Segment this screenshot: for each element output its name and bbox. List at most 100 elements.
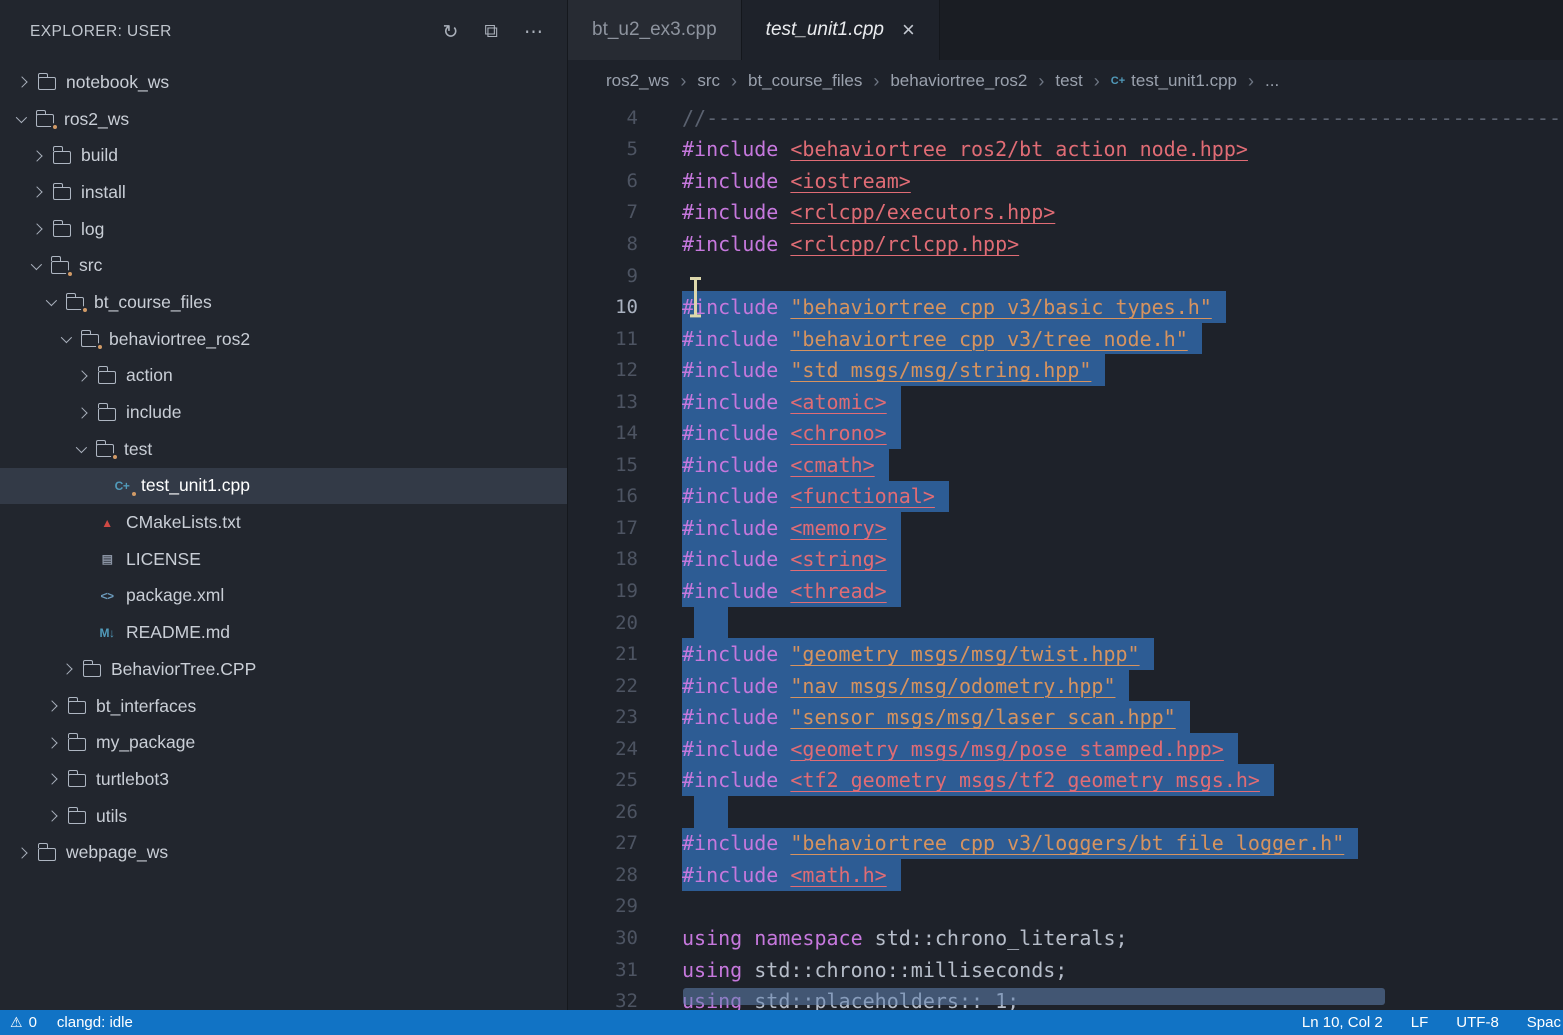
tree-item-turtlebot3[interactable]: turtlebot3 [0,761,567,798]
breadcrumb-item-test[interactable]: test [1055,71,1082,91]
tab-bt_u2_ex3.cpp[interactable]: bt_u2_ex3.cpp [568,0,742,60]
tree-item-my_package[interactable]: my_package [0,724,567,761]
tree-item-utils[interactable]: utils [0,798,567,835]
code-line-29[interactable]: 29 [568,891,1563,923]
code-line-8[interactable]: 8#include <rclcpp/rclcpp.hpp> [568,228,1563,260]
chevron-right-icon [61,664,72,675]
tree-item-install[interactable]: install [0,174,567,211]
tree-item-BehaviorTree.CPP[interactable]: BehaviorTree.CPP [0,651,567,688]
code-line-17[interactable]: 17#include <memory> [568,512,1563,544]
tree-item-log[interactable]: log [0,211,567,248]
status-right: Ln 10, Col 2 LF UTF-8 Spac [1302,1014,1561,1031]
tree-item-label: notebook_ws [66,72,169,93]
xml-file-icon: <> [97,589,117,603]
breadcrumb-item-src[interactable]: src [697,71,720,91]
code-line-16[interactable]: 16#include <functional> [568,481,1563,513]
code-line-23[interactable]: 23#include "sensor_msgs/msg/laser_scan.h… [568,701,1563,733]
folder-icon [68,811,86,824]
code-line-6[interactable]: 6#include <iostream> [568,165,1563,197]
tree-item-bt_interfaces[interactable]: bt_interfaces [0,688,567,725]
code-line-14[interactable]: 14#include <chrono> [568,417,1563,449]
breadcrumb-item-behaviortree_ros2[interactable]: behaviortree_ros2 [890,71,1027,91]
code-line-15[interactable]: 15#include <cmath> [568,449,1563,481]
tree-item-package.xml[interactable]: <>package.xml [0,578,567,615]
breadcrumb-item-ros2_ws[interactable]: ros2_ws [606,71,669,91]
code-line-5[interactable]: 5#include <behaviortree_ros2/bt_action_n… [568,134,1563,166]
code-line-20[interactable]: 20 [568,607,1563,639]
folder-icon [98,371,116,384]
tab-test_unit1.cpp[interactable]: test_unit1.cpp× [742,0,940,60]
line-number: 21 [568,638,638,670]
code-line-4[interactable]: 4//-------------------------------------… [568,102,1563,134]
status-eol-sequence[interactable]: LF [1411,1014,1429,1031]
tree-item-label: turtlebot3 [96,769,169,790]
code-line-13[interactable]: 13#include <atomic> [568,386,1563,418]
code-line-9[interactable]: 9 [568,260,1563,292]
cpp-file-icon: C+ [1111,75,1125,87]
code-line-24[interactable]: 24#include <geometry_msgs/msg/pose_stamp… [568,733,1563,765]
code-line-25[interactable]: 25#include <tf2_geometry_msgs/tf2_geomet… [568,764,1563,796]
tree-item-bt_course_files[interactable]: bt_course_files [0,284,567,321]
folder-icon [38,848,56,861]
tree-item-test[interactable]: test [0,431,567,468]
code-line-11[interactable]: 11#include "behaviortree_cpp_v3/tree_nod… [568,323,1563,355]
tree-item-CMakeLists.txt[interactable]: ▲CMakeLists.txt [0,504,567,541]
md-file-icon: M↓ [97,626,117,640]
code-editor[interactable]: 4//-------------------------------------… [568,102,1563,1010]
breadcrumb-item-bt_course_files[interactable]: bt_course_files [748,71,862,91]
refresh-icon[interactable]: ↻ [443,21,459,44]
more-actions-icon[interactable]: ⋯ [524,21,543,44]
breadcrumb-separator: › [873,71,879,92]
code-line-31[interactable]: 31using std::chrono::milliseconds; [568,954,1563,986]
tree-item-src[interactable]: src [0,247,567,284]
status-cursor-position[interactable]: Ln 10, Col 2 [1302,1014,1383,1031]
line-number: 32 [568,985,638,1010]
status-clangd-status[interactable]: clangd: idle [57,1014,133,1031]
code-line-19[interactable]: 19#include <thread> [568,575,1563,607]
tree-item-ros2_ws[interactable]: ros2_ws [0,101,567,138]
breadcrumb-item-test_unit1.cpp[interactable]: C+test_unit1.cpp [1111,71,1237,91]
line-number: 25 [568,764,638,796]
code-line-12[interactable]: 12#include "std_msgs/msg/string.hpp" [568,354,1563,386]
horizontal-scrollbar[interactable] [683,988,1385,1005]
line-number: 20 [568,607,638,639]
chevron-right-icon [46,737,57,748]
code-line-21[interactable]: 21#include "geometry_msgs/msg/twist.hpp" [568,638,1563,670]
tree-item-test_unit1.cpp[interactable]: C+test_unit1.cpp [0,468,567,505]
tree-item-label: test_unit1.cpp [141,475,250,496]
tree-item-include[interactable]: include [0,394,567,431]
status-encoding[interactable]: UTF-8 [1456,1014,1499,1031]
code-line-22[interactable]: 22#include "nav_msgs/msg/odometry.hpp" [568,670,1563,702]
close-icon[interactable]: × [902,19,915,41]
license-file-icon: ▤ [97,552,117,566]
breadcrumb-item-...[interactable]: ... [1265,71,1279,91]
tree-item-webpage_ws[interactable]: webpage_ws [0,834,567,871]
code-line-7[interactable]: 7#include <rclcpp/executors.hpp> [568,197,1563,229]
modified-dot [81,306,89,314]
status-indentation[interactable]: Spac [1527,1014,1561,1031]
code-line-27[interactable]: 27#include "behaviortree_cpp_v3/loggers/… [568,828,1563,860]
tree-item-label: log [81,219,104,240]
chevron-right-icon [16,847,27,858]
line-number: 22 [568,670,638,702]
chevron-down-icon [46,295,57,306]
tree-item-build[interactable]: build [0,137,567,174]
code-line-28[interactable]: 28#include <math.h> [568,859,1563,891]
explorer-actions: ↻ ⧉ ⋯ [443,21,544,44]
tree-item-label: test [124,439,152,460]
tree-item-README.md[interactable]: M↓README.md [0,614,567,651]
code-line-26[interactable]: 26 [568,796,1563,828]
code-line-18[interactable]: 18#include <string> [568,544,1563,576]
split-editor-icon[interactable]: ⧉ [484,21,498,44]
status-problems[interactable]: ⚠0 [10,1014,37,1031]
line-number: 24 [568,733,638,765]
tree-item-notebook_ws[interactable]: notebook_ws [0,64,567,101]
code-line-30[interactable]: 30using namespace std::chrono_literals; [568,922,1563,954]
tree-item-action[interactable]: action [0,358,567,395]
chevron-right-icon [76,407,87,418]
code-line-10[interactable]: 10#include "behaviortree_cpp_v3/basic_ty… [568,291,1563,323]
tree-item-LICENSE[interactable]: ▤LICENSE [0,541,567,578]
cmake-file-icon: ▲ [97,516,117,530]
tree-item-behaviortree_ros2[interactable]: behaviortree_ros2 [0,321,567,358]
chevron-right-icon [31,187,42,198]
